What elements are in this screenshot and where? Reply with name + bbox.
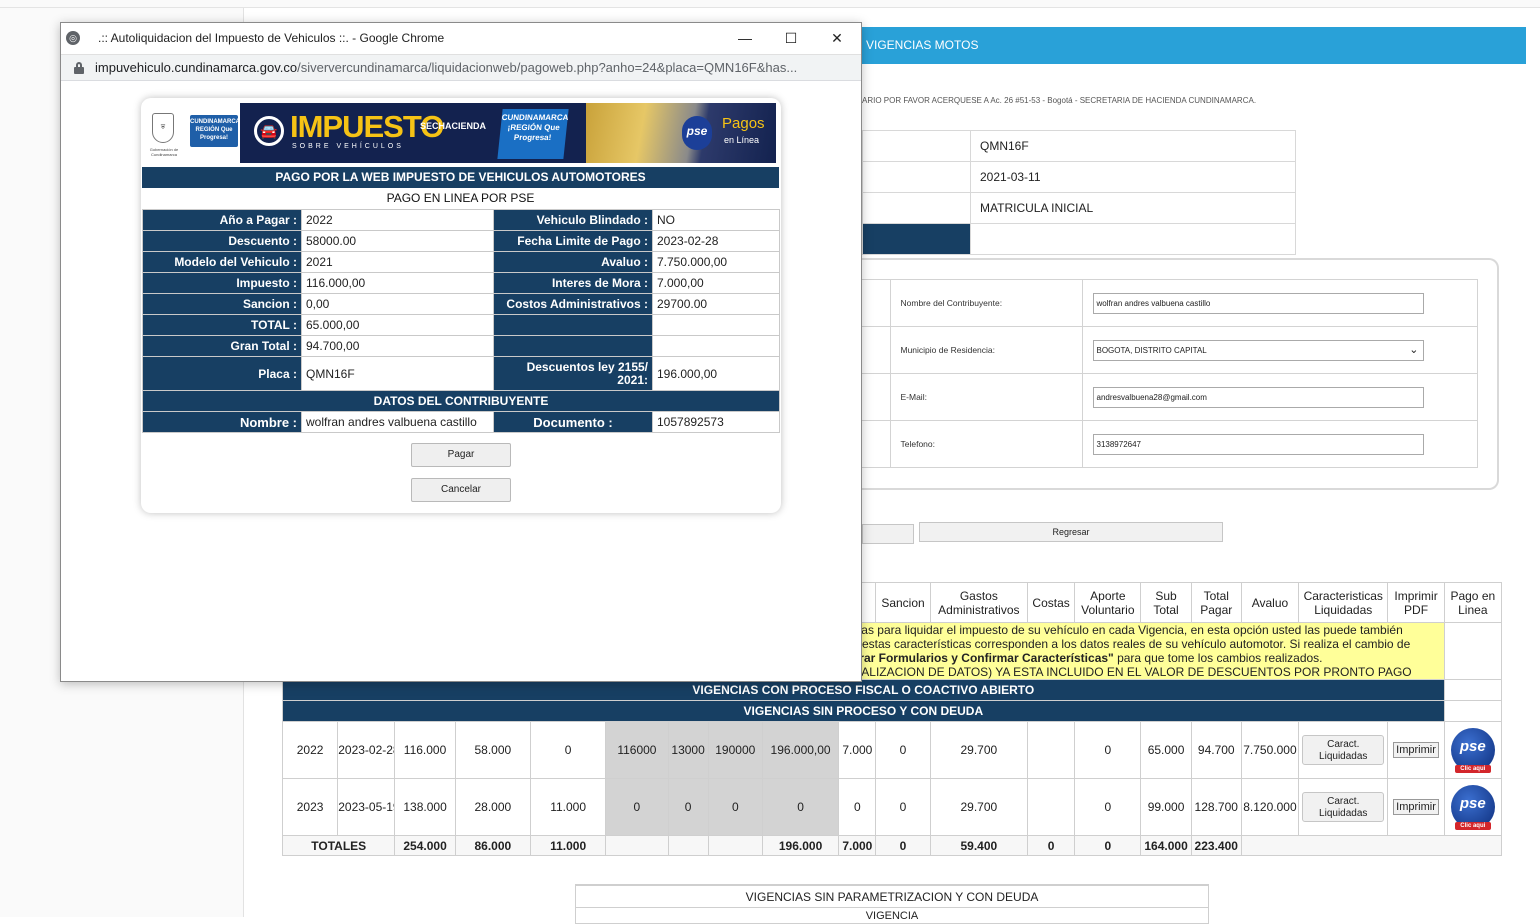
email-label: E-Mail: — [889, 373, 1083, 421]
table-row: 2023 2023-05-19 138.000 28.000 11.000 0000 0… — [281, 778, 1503, 836]
payment-row: Descuento :58000.00 Fecha Limite de Pago … — [142, 230, 780, 252]
col-header-avaluo: Avaluo — [1240, 582, 1300, 623]
tramite-value: MATRICULA INICIAL — [970, 192, 1296, 224]
vehicle-info-table: QMN16F 2021-03-11 MATRICULA INICIAL — [862, 130, 1296, 255]
hidden-button[interactable] — [862, 524, 914, 544]
pagar-button[interactable]: Pagar — [411, 443, 511, 467]
sechacienda-logo: SECHACIENDA — [420, 121, 487, 131]
nombre-label: Nombre : — [142, 411, 302, 433]
pse-pay-button[interactable]: pse Clic aqui — [1450, 728, 1495, 773]
chevron-down-icon: ⌄ — [1409, 343, 1419, 356]
car-icon: 🚘 — [254, 116, 284, 146]
col-header-subtotal: Sub Total — [1140, 582, 1192, 623]
info-notice: estas para liquidar el impuesto de su ve… — [838, 622, 1445, 680]
en-linea-text: en Línea — [724, 135, 760, 145]
contributor-form: Nombre del Contribuyente: wolfran andres… — [862, 279, 1478, 468]
address-notice: ARIO POR FAVOR ACERQUESE A Ac. 26 #51-53… — [862, 96, 1257, 105]
payment-details-table: Año a Pagar :2022 Vehiculo Blindado : NO D… — [142, 209, 780, 433]
payment-row: Gran Total :94.700,00 — [142, 335, 780, 357]
col-header-aporte: Aporte Voluntario — [1074, 582, 1142, 623]
col-header-imprimir: Imprimir PDF — [1387, 582, 1445, 623]
placa-value: QMN16F — [970, 130, 1296, 162]
municipio-value: BOGOTA, DISTRITO CAPITAL — [1096, 345, 1207, 355]
maximize-button[interactable]: ☐ — [768, 23, 814, 54]
cundinamarca-small-logo: CUNDINAMARCA REGIÓN Que Progresa! — [190, 115, 240, 147]
caract-liquidadas-button[interactable]: Caract. Liquidadas — [1302, 735, 1385, 765]
payment-title: PAGO POR LA WEB IMPUESTO DE VEHICULOS AU… — [142, 167, 779, 188]
minimize-button[interactable]: — — [722, 23, 768, 54]
vigencias-motos-banner: VIGENCIAS MOTOS — [862, 27, 1526, 64]
nombre-label: Nombre del Contribuyente: — [889, 279, 1083, 327]
payment-subtitle: PAGO EN LINEA POR PSE — [386, 191, 535, 205]
vigencia-header: VIGENCIA — [865, 910, 919, 922]
table-row: 2022 2023-02-28 116.000 58.000 0 116000 13000… — [281, 721, 1503, 779]
section-sin-proceso: VIGENCIAS SIN PROCESO Y CON DEUDA — [282, 700, 1445, 722]
imprimir-button[interactable]: Imprimir — [1393, 799, 1439, 815]
top-strip — [0, 0, 1540, 8]
payment-row: Sancion :0,00 Costos Administrativos :297… — [142, 293, 780, 315]
col-header-caracteristicas: Caracteristicas Liquidadas — [1298, 582, 1389, 623]
nombre-value: wolfran andres valbuena castillo — [301, 411, 494, 433]
telefono-label: Telefono: — [889, 420, 1083, 468]
sin-parametrizacion-title: VIGENCIAS SIN PARAMETRIZACION Y CON DEUD… — [576, 886, 1208, 908]
payment-row: Placa : QMN16F Descuentos ley 2155/ 2021: 1… — [142, 356, 780, 391]
address-bar[interactable]: impuvehiculo.cundinamarca.gov.co/siverve… — [61, 54, 861, 81]
col-header-gastos: Gastos Administrativos — [929, 582, 1029, 623]
pse-header-icon: pse — [682, 116, 712, 150]
payment-row: TOTAL :65.000,00 — [142, 314, 780, 336]
cundinamarca-region-logo: CUNDINAMARCA ¡REGIÓN Que Progresa! — [497, 109, 569, 159]
documento-label: Documento : — [493, 411, 653, 433]
cundinamarca-crest-icon: ⛨ — [152, 113, 174, 143]
totals-row: TOTALES 254.000 86.000 11.000 196.000 7.000… — [281, 835, 1503, 856]
email-input[interactable]: andresvalbuena28@gmail.com — [1092, 386, 1424, 408]
pse-pay-button[interactable]: pse Clic aqui — [1450, 785, 1495, 830]
municipio-select[interactable]: BOGOTA, DISTRITO CAPITAL ⌄ — [1092, 339, 1424, 361]
window-title-bar: ◎ .:: Autoliquidacion del Impuesto de Ve… — [61, 23, 861, 54]
globe-icon: ◎ — [66, 31, 80, 45]
imprimir-button[interactable]: Imprimir — [1393, 742, 1439, 758]
col-header-costas: Costas — [1027, 582, 1076, 623]
payment-row: Modelo del Vehiculo :2021 Avaluo :7.750.0… — [142, 251, 780, 273]
col-header-pago: Pago en Linea — [1443, 582, 1503, 623]
crest-caption: Gobernación de Cundinamarca — [149, 147, 179, 157]
col-header-sancion: Sancion — [875, 582, 931, 623]
fecha-matricula-value: 2021-03-11 — [970, 161, 1296, 193]
sin-parametrizacion-table: VIGENCIAS SIN PARAMETRIZACION Y CON DEUD… — [575, 884, 1209, 924]
regresar-button[interactable]: Regresar — [919, 522, 1223, 542]
close-button[interactable]: ✕ — [814, 23, 860, 54]
nombre-input[interactable]: wolfran andres valbuena castillo — [1092, 292, 1424, 314]
col-header-totalpagar: Total Pagar — [1190, 582, 1242, 623]
cancelar-button[interactable]: Cancelar — [411, 478, 511, 502]
window-title: .:: Autoliquidacion del Impuesto de Vehi… — [98, 31, 445, 45]
payment-row: Impuesto :116.000,00 Interes de Mora :7.0… — [142, 272, 780, 294]
lock-icon — [74, 62, 84, 74]
payment-row: Año a Pagar :2022 Vehiculo Blindado : NO — [142, 209, 780, 231]
url-host: impuvehiculo.cundinamarca.gov.co — [95, 60, 298, 75]
header-banner: ⛨ Gobernación de Cundinamarca CUNDINAMAR… — [142, 103, 776, 163]
url-path: /siververcundinamarca/liquidacionweb/pag… — [297, 60, 798, 75]
section-proceso-fiscal: VIGENCIAS CON PROCESO FISCAL O COACTIVO … — [282, 679, 1445, 701]
impuesto-logo-subtext: SOBRE VEHÍCULOS — [292, 143, 404, 150]
caract-liquidadas-button[interactable]: Caract. Liquidadas — [1302, 792, 1385, 822]
documento-value: 1057892573 — [652, 411, 780, 433]
pagos-text: Pagos — [722, 115, 765, 132]
telefono-input[interactable]: 3138972647 — [1092, 433, 1424, 455]
municipio-label: Municipio de Residencia: — [889, 326, 1083, 374]
contributor-section-title: DATOS DEL CONTRIBUYENTE — [142, 390, 780, 412]
